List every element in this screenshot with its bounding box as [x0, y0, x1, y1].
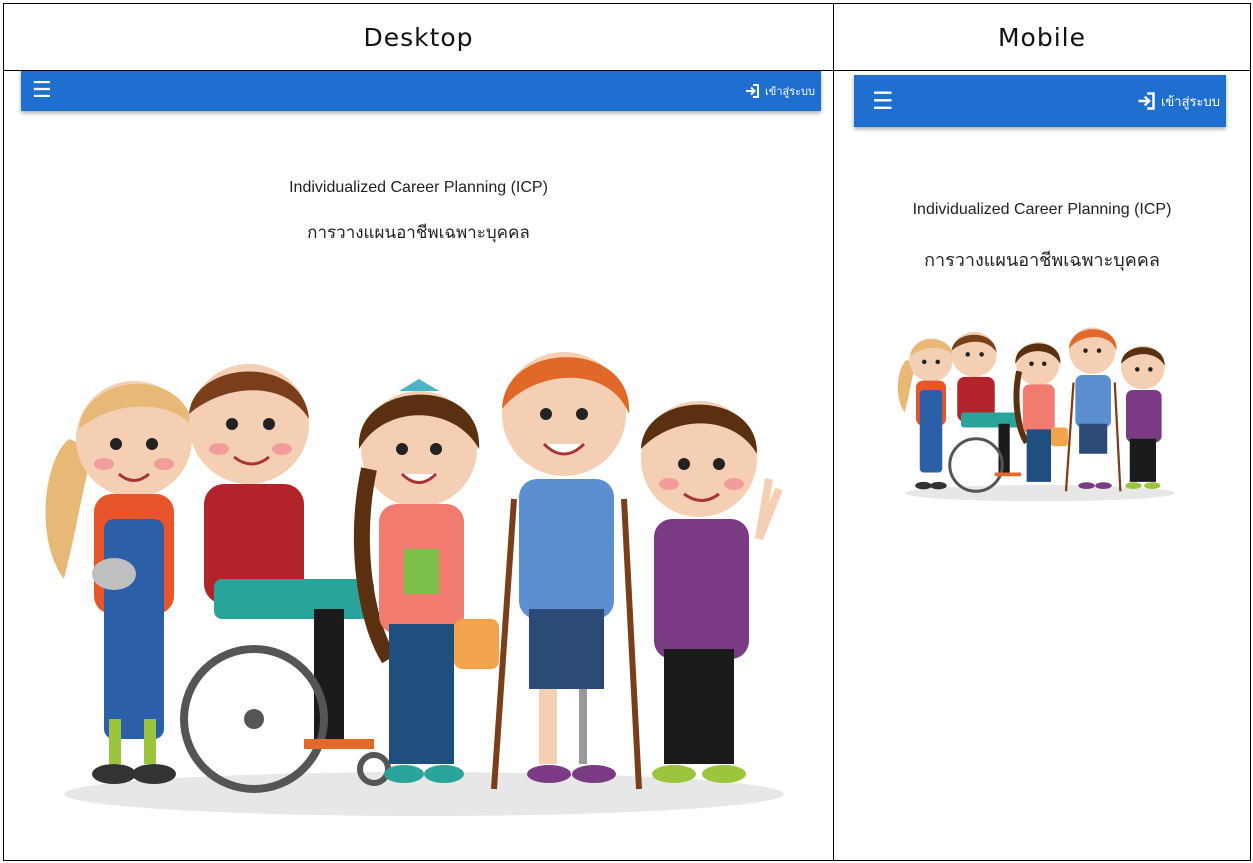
desktop-column-header: Desktop [3, 3, 834, 71]
desktop-preview-cell: ☰ เข้าสู่ระบบ Individualized Career Plan… [3, 70, 834, 861]
login-arrow-icon [1138, 92, 1155, 110]
hamburger-menu-icon[interactable]: ☰ [32, 80, 52, 102]
person-boy-in-wheelchair [948, 331, 1021, 493]
person-boy-peace-sign [641, 401, 783, 783]
page-title-en: Individualized Career Planning (ICP) [289, 179, 548, 196]
person-girl-with-braid [1013, 342, 1068, 482]
login-arrow-icon [746, 84, 760, 98]
person-boy-peace-sign [1121, 345, 1165, 489]
mobile-column-header: Mobile [833, 3, 1251, 71]
page-title-th: การวางแผนอาชีพเฉพาะบุคคล [307, 223, 530, 243]
login-button[interactable]: เข้าสู่ระบบ [1136, 91, 1220, 112]
login-button[interactable]: เข้าสู่ระบบ [744, 82, 815, 100]
person-boy-with-crutches [491, 352, 642, 790]
desktop-app-bar: ☰ เข้าสู่ระบบ [21, 71, 821, 111]
person-girl-with-cat [45, 381, 194, 784]
mobile-preview: ☰ เข้าสู่ระบบ Individualized Career Plan… [834, 71, 1250, 860]
desktop-preview: ☰ เข้าสู่ระบบ Individualized Career Plan… [4, 71, 833, 860]
person-girl-with-braid [353, 379, 499, 783]
page-title-th: การวางแผนอาชีพเฉพาะบุคคล [924, 250, 1160, 271]
login-label: เข้าสู่ระบบ [765, 85, 815, 98]
person-boy-with-crutches [1064, 327, 1122, 492]
comparison-table: Desktop Mobile ☰ เข้าสู่ระบบ Individuali… [3, 3, 1251, 861]
people-illustration [897, 327, 1175, 502]
mobile-preview-cell: ☰ เข้าสู่ระบบ Individualized Career Plan… [833, 70, 1251, 861]
page-title-en: Individualized Career Planning (ICP) [912, 201, 1172, 218]
login-label: เข้าสู่ระบบ [1160, 94, 1220, 110]
hamburger-menu-icon[interactable]: ☰ [872, 89, 894, 113]
person-girl-with-cat [897, 338, 954, 490]
people-illustration [45, 352, 784, 816]
mobile-app-bar: ☰ เข้าสู่ระบบ [854, 75, 1226, 127]
